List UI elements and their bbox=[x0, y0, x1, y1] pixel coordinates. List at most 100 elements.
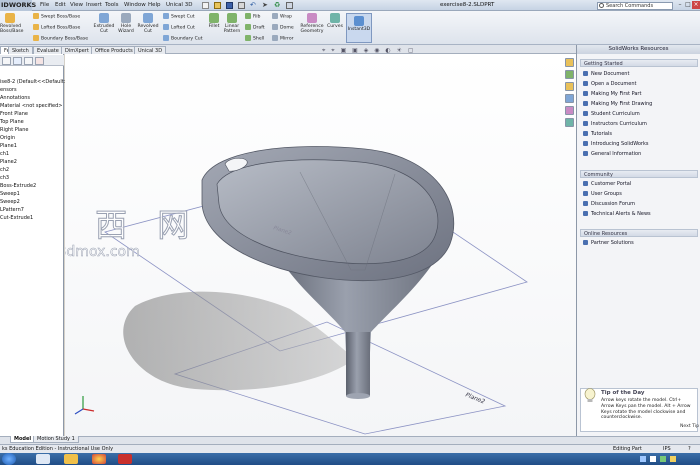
funnel-spout[interactable] bbox=[346, 332, 370, 396]
tree-item-sketch2[interactable]: ch2 bbox=[0, 167, 9, 173]
tree-item-sweep1[interactable]: Sweep1 bbox=[0, 191, 20, 197]
undo-icon[interactable]: ↶ bbox=[250, 2, 257, 9]
tree-item-sketch3[interactable]: ch3 bbox=[0, 175, 9, 181]
menu-unical3d[interactable]: Unical 3D bbox=[166, 0, 192, 11]
menu-tools[interactable]: Tools bbox=[105, 0, 119, 11]
mirror-button[interactable]: Mirror bbox=[272, 35, 294, 42]
next-tip-link[interactable]: Next Tip bbox=[680, 424, 699, 429]
swept-cut-button[interactable]: Swept Cut bbox=[163, 13, 195, 20]
draft-button[interactable]: Draft bbox=[245, 24, 265, 31]
explorer-taskbar-icon[interactable] bbox=[36, 454, 50, 464]
link-discussion-forum[interactable]: Discussion Forum bbox=[583, 201, 635, 207]
tree-item-sensors[interactable]: ensors bbox=[0, 87, 17, 93]
rib-button[interactable]: Rib bbox=[245, 13, 260, 20]
boundary-boss-button[interactable]: Boundary Boss/Base bbox=[33, 35, 88, 42]
search-commands-input[interactable]: Search Commands bbox=[597, 2, 673, 10]
link-customer-portal[interactable]: Customer Portal bbox=[583, 181, 631, 187]
instant3d-button[interactable]: Instant3D bbox=[346, 13, 372, 43]
section-community[interactable]: Community bbox=[580, 170, 698, 178]
browser-taskbar-icon[interactable] bbox=[92, 454, 106, 464]
tree-item-right-plane[interactable]: Right Plane bbox=[0, 127, 28, 133]
tree-item-origin[interactable]: Origin bbox=[0, 135, 15, 141]
tab-evaluate[interactable]: Evaluate bbox=[33, 46, 63, 54]
help-icon[interactable]: ? bbox=[688, 445, 691, 453]
link-student-curriculum[interactable]: Student Curriculum bbox=[583, 111, 640, 117]
menu-help[interactable]: Help bbox=[148, 0, 161, 11]
swept-boss-button[interactable]: Swept Boss/Base bbox=[33, 13, 80, 20]
design-library-icon[interactable] bbox=[565, 70, 574, 79]
tree-item-lpattern7[interactable]: LPattern7 bbox=[0, 207, 24, 213]
print-icon[interactable] bbox=[238, 2, 245, 9]
revolved-boss-button[interactable]: Revolved Boss/Base bbox=[0, 13, 23, 34]
heads-up-view-toolbar[interactable]: ⌖ ⌖ ▣ ▣ ◈ ◉ ◐ ☀ ▢ bbox=[322, 47, 416, 55]
options-icon[interactable] bbox=[286, 2, 293, 9]
configuration-manager-icon[interactable] bbox=[24, 57, 33, 65]
folder-taskbar-icon[interactable] bbox=[64, 454, 78, 464]
rebuild-icon[interactable]: ♻ bbox=[274, 2, 281, 9]
tab-sketch[interactable]: Sketch bbox=[8, 46, 33, 54]
link-new-document[interactable]: New Document bbox=[583, 71, 629, 77]
link-tutorials[interactable]: Tutorials bbox=[583, 131, 612, 137]
view-palette-icon[interactable] bbox=[565, 94, 574, 103]
select-arrow-icon[interactable]: ➤ bbox=[262, 2, 269, 9]
solidworks-taskbar-icon[interactable] bbox=[118, 454, 132, 464]
restore-button[interactable]: □ bbox=[684, 1, 692, 9]
lofted-boss-button[interactable]: Lofted Boss/Base bbox=[33, 24, 80, 31]
link-partner-solutions[interactable]: Partner Solutions bbox=[583, 240, 634, 246]
appearances-icon[interactable] bbox=[565, 106, 574, 115]
app-logo[interactable]: IDWORKS bbox=[0, 0, 36, 11]
menu-edit[interactable]: Edit bbox=[55, 0, 66, 11]
reference-geometry-button[interactable]: Reference Geometry bbox=[298, 13, 326, 34]
section-online-resources[interactable]: Online Resources bbox=[580, 229, 698, 237]
tree-item-part[interactable]: ise8-2 (Default<<Default> bbox=[0, 79, 68, 85]
link-first-part[interactable]: Making My First Part bbox=[583, 91, 641, 97]
curves-button[interactable]: Curves bbox=[325, 13, 345, 29]
network-icon[interactable] bbox=[640, 456, 646, 462]
start-button-icon[interactable] bbox=[2, 453, 16, 465]
notification-icon[interactable] bbox=[670, 456, 676, 462]
new-document-icon[interactable] bbox=[202, 2, 209, 9]
link-user-groups[interactable]: User Groups bbox=[583, 191, 622, 197]
tree-item-sweep2[interactable]: Sweep2 bbox=[0, 199, 20, 205]
wrap-button[interactable]: Wrap bbox=[272, 13, 292, 20]
boundary-cut-button[interactable]: Boundary Cut bbox=[163, 35, 203, 42]
link-general-information[interactable]: General Information bbox=[583, 151, 641, 157]
open-folder-icon[interactable] bbox=[214, 2, 221, 9]
link-instructors-curriculum[interactable]: Instructors Curriculum bbox=[583, 121, 647, 127]
feature-tree-icon[interactable] bbox=[2, 57, 11, 65]
link-technical-alerts[interactable]: Technical Alerts & News bbox=[583, 211, 651, 217]
tree-item-boss-extrude2[interactable]: Boss-Extrude2 bbox=[0, 183, 36, 189]
extruded-cut-button[interactable]: Extruded Cut bbox=[92, 13, 116, 34]
link-introducing-solidworks[interactable]: Introducing SolidWorks bbox=[583, 141, 648, 147]
tree-item-cut-extrude1[interactable]: Cut-Extrude1 bbox=[0, 215, 33, 221]
file-explorer-icon[interactable] bbox=[565, 82, 574, 91]
section-getting-started[interactable]: Getting Started bbox=[580, 59, 698, 67]
tree-item-sketch1[interactable]: ch1 bbox=[0, 151, 9, 157]
link-first-drawing[interactable]: Making My First Drawing bbox=[583, 101, 652, 107]
link-open-document[interactable]: Open a Document bbox=[583, 81, 637, 87]
tab-unical3d[interactable]: Unical 3D bbox=[134, 46, 167, 54]
tab-dimxpert[interactable]: DimXpert bbox=[61, 46, 93, 54]
fillet-button[interactable]: Fillet bbox=[205, 13, 223, 29]
menu-window[interactable]: Window bbox=[124, 0, 146, 11]
battery-icon[interactable] bbox=[660, 456, 666, 462]
tree-item-annotations[interactable]: Annotations bbox=[0, 95, 30, 101]
minimize-button[interactable]: – bbox=[676, 1, 684, 9]
revolved-cut-button[interactable]: Revolved Cut bbox=[136, 13, 160, 34]
volume-icon[interactable] bbox=[650, 456, 656, 462]
menu-view[interactable]: View bbox=[70, 0, 83, 11]
tree-item-plane1[interactable]: Plane1 bbox=[0, 143, 17, 149]
close-button[interactable]: × bbox=[692, 1, 700, 9]
menu-file[interactable]: File bbox=[40, 0, 49, 11]
property-manager-icon[interactable] bbox=[13, 57, 22, 65]
unit-system[interactable]: IPS bbox=[663, 445, 671, 453]
tree-item-front-plane[interactable]: Front Plane bbox=[0, 111, 28, 117]
tree-item-plane2[interactable]: Plane2 bbox=[0, 159, 17, 165]
hole-wizard-button[interactable]: Hole Wizard bbox=[116, 13, 136, 34]
tab-model[interactable]: Model bbox=[10, 436, 36, 443]
custom-properties-icon[interactable] bbox=[565, 118, 574, 127]
tree-item-top-plane[interactable]: Top Plane bbox=[0, 119, 24, 125]
save-icon[interactable] bbox=[226, 2, 233, 9]
resources-tab-icon[interactable] bbox=[565, 58, 574, 67]
lofted-cut-button[interactable]: Lofted Cut bbox=[163, 24, 195, 31]
